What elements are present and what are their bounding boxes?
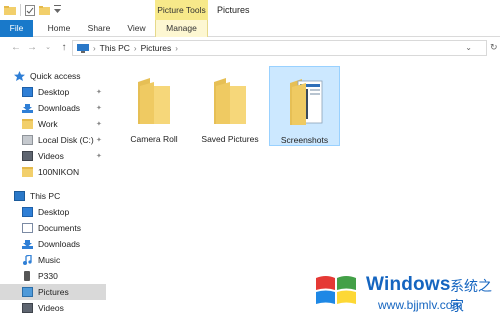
- sidebar-item-100nikon[interactable]: 100NIKON: [22, 164, 110, 180]
- sidebar-item-label: Videos: [38, 151, 64, 161]
- star-icon: [14, 71, 25, 81]
- sidebar-item-label: Documents: [38, 223, 81, 233]
- videos-icon: [22, 303, 33, 313]
- recent-locations-chevron-icon[interactable]: ⌄: [42, 42, 54, 54]
- pin-icon[interactable]: ✦: [96, 136, 102, 144]
- folder-icon: [22, 167, 33, 177]
- phone-icon: [24, 271, 30, 281]
- sidebar-item-label: Local Disk (C:): [38, 135, 94, 145]
- picture-tools-context-label: Picture Tools: [155, 0, 208, 20]
- folder-icon: [214, 78, 246, 124]
- app-folder-icon: [4, 6, 16, 15]
- folder-camera-roll[interactable]: Camera Roll: [118, 66, 190, 146]
- sidebar-item-quick-access[interactable]: Quick access: [14, 68, 124, 84]
- sidebar-item-music[interactable]: Music: [22, 252, 110, 268]
- breadcrumb-chevron-icon: ›: [133, 43, 137, 53]
- sidebar-item-label: Quick access: [30, 71, 81, 81]
- window-title: Pictures: [217, 5, 250, 15]
- music-icon: [23, 255, 32, 265]
- new-folder-icon[interactable]: [39, 5, 50, 15]
- sidebar-item-pictures[interactable]: Pictures: [0, 284, 106, 300]
- sidebar-item-label: This PC: [30, 191, 61, 201]
- videos-icon: [22, 151, 33, 161]
- desktop-icon: [22, 207, 33, 217]
- sidebar-item-label: Downloads: [38, 103, 81, 113]
- watermark: Windows 系统之家 www.bjjmlv.com: [310, 268, 500, 318]
- tab-file[interactable]: File: [0, 20, 33, 37]
- folder-screenshots[interactable]: Screenshots: [269, 66, 340, 146]
- sidebar-item-label: P330: [38, 271, 58, 281]
- title-bar: Picture Tools Pictures: [0, 0, 500, 20]
- folder-icon: [22, 119, 33, 129]
- watermark-brand: Windows: [366, 274, 451, 295]
- sidebar-item-label: Desktop: [38, 87, 70, 97]
- sidebar-item-work[interactable]: Work ✦: [22, 116, 110, 132]
- tab-home[interactable]: Home: [44, 20, 74, 37]
- sidebar-item-documents[interactable]: Documents: [22, 220, 110, 236]
- tab-manage[interactable]: Manage: [155, 20, 208, 37]
- address-dropdown-icon[interactable]: ⌄: [465, 43, 472, 52]
- sidebar-item-local-disk[interactable]: Local Disk (C:) ✦: [22, 132, 110, 148]
- pin-icon[interactable]: ✦: [96, 152, 102, 160]
- breadcrumb-this-pc[interactable]: This PC: [100, 43, 130, 53]
- this-pc-icon: [77, 43, 89, 53]
- screenshots-folder-icon: [290, 79, 323, 125]
- breadcrumb-chevron-icon: ›: [175, 43, 178, 53]
- windows-logo-icon: [316, 276, 356, 304]
- watermark-url: www.bjjmlv.com: [378, 298, 463, 312]
- documents-icon: [22, 223, 33, 233]
- breadcrumb-chevron-icon: ›: [93, 43, 96, 53]
- pin-icon[interactable]: ✦: [96, 120, 102, 128]
- sidebar-item-desktop[interactable]: Desktop: [22, 204, 110, 220]
- sidebar-item-videos[interactable]: Videos ✦: [22, 148, 110, 164]
- sidebar-item-downloads[interactable]: Downloads ✦: [22, 100, 110, 116]
- navigation-pane: Quick access Desktop ✦ Downloads ✦ Work …: [0, 62, 110, 318]
- drive-icon: [22, 135, 33, 145]
- sidebar-item-desktop[interactable]: Desktop ✦: [22, 84, 110, 100]
- address-bar[interactable]: › This PC › Pictures › ⌄: [72, 40, 487, 56]
- sidebar-item-label: Work: [38, 119, 58, 129]
- up-arrow-icon[interactable]: ↑: [58, 42, 70, 54]
- folder-saved-pictures[interactable]: Saved Pictures: [194, 66, 266, 146]
- sidebar-item-label: Videos: [38, 303, 64, 313]
- breadcrumb-pictures[interactable]: Pictures: [141, 43, 172, 53]
- sidebar-item-label: Downloads: [38, 239, 81, 249]
- sidebar-item-label: Desktop: [38, 207, 70, 217]
- pin-icon[interactable]: ✦: [96, 88, 102, 96]
- desktop-icon: [22, 87, 33, 97]
- back-arrow-icon[interactable]: ←: [10, 42, 22, 54]
- sidebar-item-p330[interactable]: P330: [22, 268, 110, 284]
- forward-arrow-icon[interactable]: →: [26, 42, 38, 54]
- tab-share[interactable]: Share: [84, 20, 114, 37]
- pin-icon[interactable]: ✦: [96, 104, 102, 112]
- folder-label: Saved Pictures: [201, 134, 259, 144]
- refresh-icon[interactable]: ↻: [490, 42, 498, 53]
- ribbon-tabs: File Home Share View Manage: [0, 20, 500, 37]
- navigation-bar: ← → ⌄ ↑ › This PC › Pictures › ⌄ ↻: [0, 38, 500, 58]
- folder-icon: [138, 78, 170, 124]
- sidebar-item-downloads[interactable]: Downloads: [22, 236, 110, 252]
- downloads-icon: [22, 240, 33, 249]
- properties-icon[interactable]: [25, 4, 35, 16]
- sidebar-item-label: Pictures: [38, 287, 69, 297]
- sidebar-item-label: 100NIKON: [38, 167, 80, 177]
- folder-label: Screenshots: [280, 135, 329, 145]
- pictures-icon: [22, 287, 33, 297]
- this-pc-icon: [14, 191, 25, 201]
- downloads-icon: [22, 104, 33, 113]
- sidebar-item-label: Music: [38, 255, 61, 265]
- customize-toolbar-icon[interactable]: [54, 5, 61, 15]
- sidebar-item-this-pc[interactable]: This PC: [14, 188, 110, 204]
- folder-label: Camera Roll: [130, 134, 178, 144]
- toolbar-divider: [20, 4, 21, 16]
- quick-access-toolbar: [4, 4, 61, 16]
- tab-view[interactable]: View: [124, 20, 149, 37]
- sidebar-item-videos[interactable]: Videos: [22, 300, 110, 316]
